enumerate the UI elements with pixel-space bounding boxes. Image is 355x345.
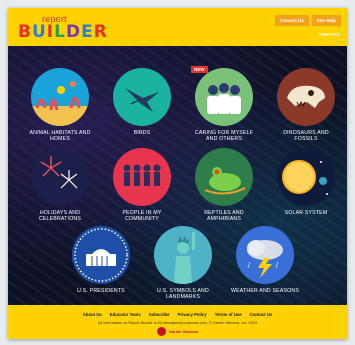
- holidays-image: [31, 148, 89, 206]
- coral-reef-icon: [31, 68, 89, 126]
- footer-links: About Us Educator Tools Subscribe Privac…: [8, 312, 347, 317]
- topic-label: U.S. PRESIDENTS: [77, 288, 125, 294]
- solar-system-image: [277, 148, 335, 206]
- dinosaurs-image: [277, 68, 335, 126]
- publisher-name: Gareth Stevens: [168, 329, 199, 334]
- site-header: report BUILDER Contact Us Site Help CONT…: [8, 8, 347, 46]
- topic-people-community[interactable]: PEOPLE IN MY COMMUNITY: [107, 148, 177, 222]
- contact-us-button[interactable]: Contact Us: [274, 15, 309, 26]
- topic-solar-system[interactable]: SOLAR SYSTEM: [271, 148, 341, 216]
- weather-image: [236, 226, 294, 284]
- footer-link-about[interactable]: About Us: [83, 312, 102, 317]
- topic-label: DINOSAURS AND FOSSILS: [283, 130, 329, 142]
- footer-copyright: All information on Report Builder is for…: [98, 321, 257, 325]
- hummingbird-icon: [113, 68, 171, 126]
- topic-weather[interactable]: WEATHER AND SEASONS: [230, 226, 300, 294]
- topic-label: SOLAR SYSTEM: [284, 210, 328, 216]
- planet-icon: [277, 148, 335, 206]
- statue-of-liberty-icon: [154, 226, 212, 284]
- caring-image: [195, 68, 253, 126]
- topic-us-symbols[interactable]: U.S. SYMBOLS AND LANDMARKS: [148, 226, 218, 300]
- topic-us-presidents[interactable]: U.S. PRESIDENTS: [66, 226, 136, 294]
- community-image: [113, 148, 171, 206]
- topic-label: WEATHER AND SEASONS: [231, 288, 299, 294]
- topic-label: U.S. SYMBOLS AND LANDMARKS: [157, 288, 209, 300]
- footer-link-contact[interactable]: Contact Us: [250, 312, 273, 317]
- site-help-button[interactable]: Site Help: [311, 15, 341, 26]
- us-symbols-image: [154, 226, 212, 284]
- footer-link-privacy[interactable]: Privacy Policy: [178, 312, 207, 317]
- topic-reptiles[interactable]: REPTILES AND AMPHIBIANS: [189, 148, 259, 222]
- footer-link-terms[interactable]: Terms of Use: [215, 312, 242, 317]
- header-buttons: Contact Us Site Help: [274, 15, 341, 26]
- people-group-icon: [195, 68, 253, 126]
- report-builder-page: report BUILDER Contact Us Site Help CONT…: [8, 8, 347, 339]
- birds-image: [113, 68, 171, 126]
- reptiles-image: [195, 148, 253, 206]
- topic-grid: ANIMAL HABITATS AND HOMES BIRDS NEW CARI…: [8, 46, 347, 305]
- publisher-logo[interactable]: Gareth Stevens: [8, 327, 347, 336]
- topic-holidays[interactable]: HOLIDAYS AND CELEBRATIONS: [25, 148, 95, 222]
- us-presidents-image: [72, 226, 130, 284]
- contact-link[interactable]: CONTACT: [318, 32, 340, 37]
- new-badge: NEW: [191, 66, 208, 73]
- topic-birds[interactable]: BIRDS: [107, 68, 177, 136]
- topic-label: ANIMAL HABITATS AND HOMES: [29, 130, 91, 142]
- storm-cloud-icon: [236, 226, 294, 284]
- community-workers-icon: [113, 148, 171, 206]
- animal-habitats-image: [31, 68, 89, 126]
- fireworks-icon: [31, 148, 89, 206]
- site-footer: About Us Educator Tools Subscribe Privac…: [8, 305, 347, 339]
- topic-dinosaurs[interactable]: DINOSAURS AND FOSSILS: [271, 68, 341, 142]
- topic-caring[interactable]: NEW CARING FOR MYSELF AND OTHERS: [189, 66, 259, 142]
- footer-link-subscribe[interactable]: Subscribe: [149, 312, 170, 317]
- logo-builder-text: BUILDER: [18, 22, 108, 42]
- topic-label: REPTILES AND AMPHIBIANS: [204, 210, 244, 222]
- frog-icon: [195, 148, 253, 206]
- topic-label: BIRDS: [133, 130, 151, 136]
- topic-label: HOLIDAYS AND CELEBRATIONS: [38, 210, 82, 222]
- publisher-mark-icon: [156, 327, 166, 336]
- white-house-icon: [72, 226, 130, 284]
- topic-label: PEOPLE IN MY COMMUNITY: [122, 210, 162, 222]
- topic-label: CARING FOR MYSELF AND OTHERS: [194, 130, 254, 142]
- footer-link-educator-tools[interactable]: Educator Tools: [110, 312, 141, 317]
- topic-animal-habitats[interactable]: ANIMAL HABITATS AND HOMES: [25, 68, 95, 142]
- report-builder-logo[interactable]: report BUILDER: [18, 14, 108, 42]
- dinosaur-skull-icon: [277, 68, 335, 126]
